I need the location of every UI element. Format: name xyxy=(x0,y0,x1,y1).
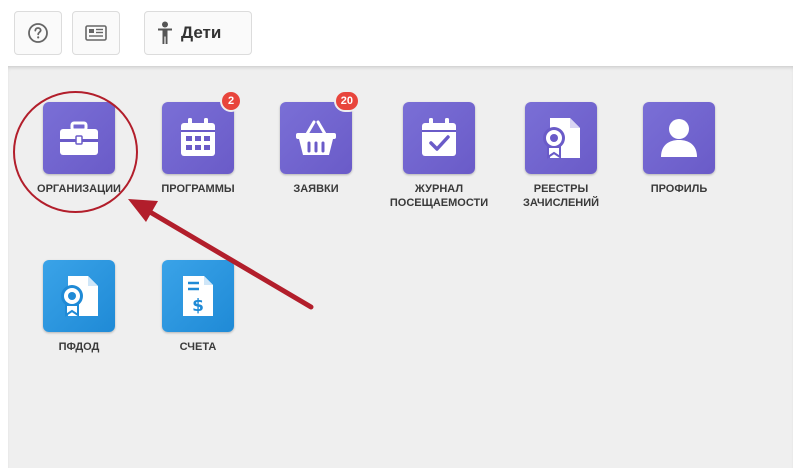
tile-pfdod[interactable]: ПФДОД xyxy=(24,260,134,354)
tile-icon-box xyxy=(643,102,715,174)
tile-label: ПРОГРАММЫ xyxy=(161,183,235,195)
tile-programs[interactable]: 2 ПРОГРАММЫ xyxy=(143,90,253,196)
notification-badge: 20 xyxy=(333,90,360,112)
notification-badge: 2 xyxy=(220,90,242,112)
tile-icon-box xyxy=(403,102,475,174)
top-toolbar: Дети xyxy=(0,0,793,66)
tile-icon-box: $ xyxy=(162,260,234,332)
briefcase-icon xyxy=(60,121,98,155)
tile-label: ПРОФИЛЬ xyxy=(650,183,708,195)
tile-label: ЗАЯВКИ xyxy=(293,183,339,195)
kids-button[interactable]: Дети xyxy=(144,11,252,55)
tile-profile[interactable]: ПРОФИЛЬ xyxy=(624,102,734,196)
question-icon xyxy=(28,23,48,43)
tile-icon-box: 20 xyxy=(280,90,360,174)
tile-organizations[interactable]: ОРГАНИЗАЦИИ xyxy=(24,102,134,196)
child-icon xyxy=(158,21,172,44)
certificate-document-icon xyxy=(543,118,580,159)
basket-icon xyxy=(296,120,336,155)
tile-icon-box: 2 xyxy=(162,90,242,174)
tile-label: РЕЕСТРЫ ЗАЧИСЛЕНИЙ xyxy=(522,183,600,209)
svg-text:$: $ xyxy=(192,296,204,316)
tile-enrollment-registers[interactable]: РЕЕСТРЫ ЗАЧИСЛЕНИЙ xyxy=(506,102,616,210)
tile-invoices[interactable]: $ СЧЕТА xyxy=(143,260,253,354)
tile-attendance-journal[interactable]: ЖУРНАЛ ПОСЕЩАЕМОСТИ xyxy=(384,102,494,210)
certificate-document-icon xyxy=(61,276,98,317)
help-button[interactable] xyxy=(14,11,62,55)
newspaper-icon xyxy=(85,25,107,41)
user-icon xyxy=(661,119,697,157)
tile-label: ОРГАНИЗАЦИИ xyxy=(37,183,121,195)
tile-icon-box xyxy=(43,102,115,174)
tile-icon-box xyxy=(525,102,597,174)
news-button[interactable] xyxy=(72,11,120,55)
tile-label: ПФДОД xyxy=(58,341,100,353)
calendar-icon xyxy=(181,118,215,156)
tile-applications[interactable]: 20 ЗАЯВКИ xyxy=(261,90,371,196)
kids-label: Дети xyxy=(181,23,222,42)
tile-icon-box xyxy=(43,260,115,332)
tile-label: СЧЕТА xyxy=(179,341,217,353)
invoice-icon: $ xyxy=(183,276,213,316)
calendar-check-icon xyxy=(422,118,456,156)
tile-label: ЖУРНАЛ ПОСЕЩАЕМОСТИ xyxy=(389,183,489,209)
